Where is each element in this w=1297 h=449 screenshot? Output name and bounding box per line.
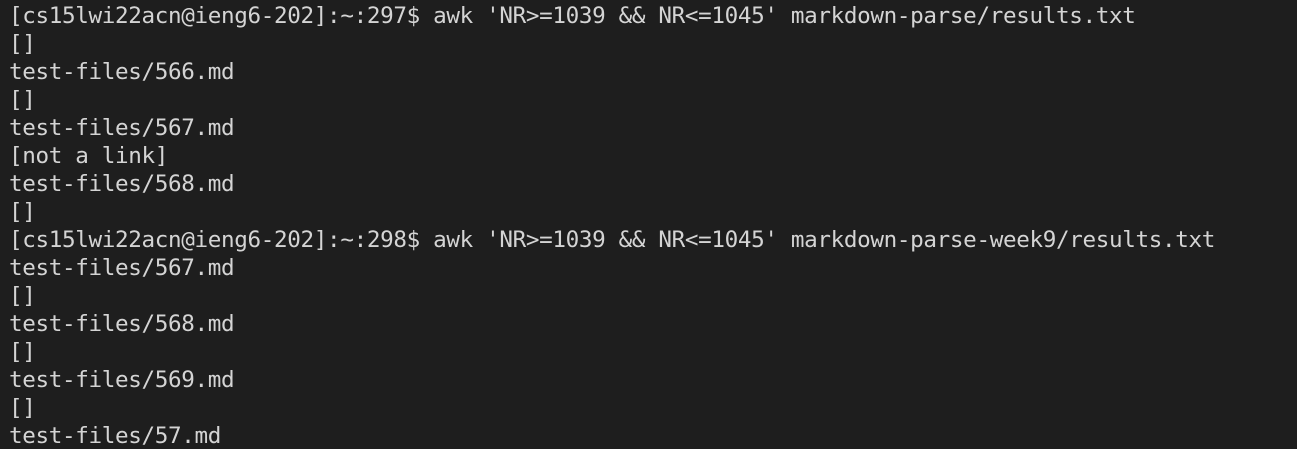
- terminal-window[interactable]: [cs15lwi22acn@ieng6-202]:~:297$ awk 'NR>…: [0, 0, 1297, 449]
- output-line: []: [9, 31, 36, 57]
- output-line: []: [9, 395, 36, 421]
- command-line-prompt: [cs15lwi22acn@ieng6-202]:~:298$ awk 'NR>…: [9, 227, 1215, 253]
- output-line: []: [9, 283, 36, 309]
- output-line: test-files/568.md: [9, 311, 235, 337]
- output-line: test-files/569.md: [9, 367, 235, 393]
- output-line: test-files/57.md: [9, 423, 222, 449]
- output-line: test-files/567.md: [9, 255, 235, 281]
- output-line: test-files/568.md: [9, 171, 235, 197]
- output-line: test-files/567.md: [9, 115, 235, 141]
- command-line-prompt: [cs15lwi22acn@ieng6-202]:~:297$ awk 'NR>…: [9, 3, 1136, 29]
- output-line: []: [9, 87, 36, 113]
- output-line: [not a link]: [9, 143, 169, 169]
- output-line: []: [9, 199, 36, 225]
- output-line: []: [9, 339, 36, 365]
- output-line: test-files/566.md: [9, 59, 235, 85]
